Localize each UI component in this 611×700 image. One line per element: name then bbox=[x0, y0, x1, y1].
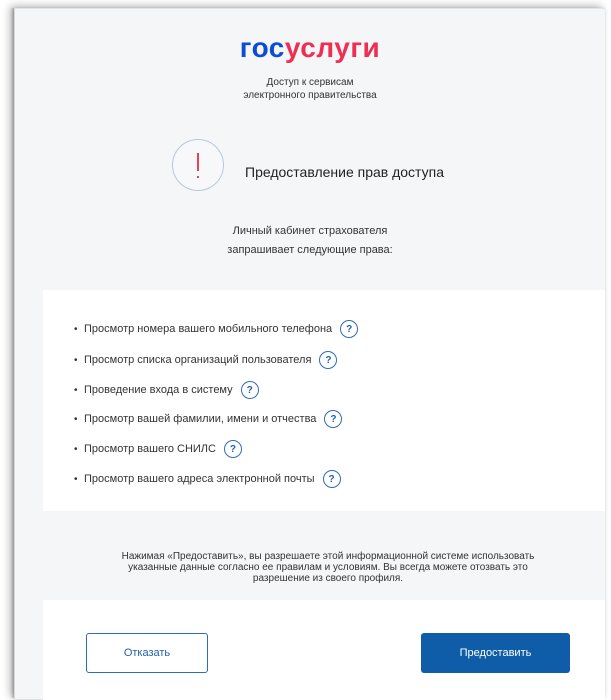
logo-part-gos: гос bbox=[239, 32, 285, 63]
permissions-panel: • Просмотр номера вашего мобильного теле… bbox=[43, 290, 605, 511]
help-icon[interactable]: ? bbox=[322, 470, 341, 488]
help-icon[interactable]: ? bbox=[240, 381, 259, 399]
permission-label: Просмотр номера вашего мобильного телефо… bbox=[84, 323, 333, 335]
decline-button[interactable]: Отказать bbox=[86, 633, 208, 673]
help-icon[interactable]: ? bbox=[223, 440, 242, 458]
help-icon[interactable]: ? bbox=[324, 410, 343, 428]
help-icon[interactable]: ? bbox=[319, 351, 338, 369]
exclamation-icon bbox=[172, 139, 224, 191]
subtitle-line-2: электронного правительства bbox=[243, 90, 377, 101]
permission-label: Просмотр вашего адреса электронной почты bbox=[84, 473, 315, 485]
permission-label: Просмотр списка организаций пользователя bbox=[84, 354, 312, 366]
bullet: • bbox=[74, 413, 78, 425]
bullet: • bbox=[74, 323, 78, 335]
logo-part-uslugi: услуги bbox=[284, 32, 381, 63]
request-line-2: запрашивает следующие права: bbox=[227, 244, 393, 256]
notice-line-2: указанные данные согласно ее правилам и … bbox=[128, 562, 528, 573]
notice-line-1: Нажимая «Предоставить», вы разрешаете эт… bbox=[121, 551, 535, 562]
logo-subtitle: Доступ к сервисам электронного правитель… bbox=[15, 76, 605, 102]
permission-item-organizations: • Просмотр списка организаций пользовате… bbox=[74, 350, 338, 370]
permission-item-phone: • Просмотр номера вашего мобильного теле… bbox=[74, 319, 359, 339]
bullet: • bbox=[74, 443, 78, 455]
help-icon[interactable]: ? bbox=[340, 320, 359, 338]
bullet: • bbox=[74, 354, 78, 366]
notice-line-3: разрешение из своего профиля. bbox=[252, 573, 404, 584]
consent-notice: Нажимая «Предоставить», вы разрешаете эт… bbox=[63, 551, 593, 584]
permission-item-login: • Проведение входа в систему ? bbox=[74, 380, 259, 400]
subtitle-line-1: Доступ к сервисам bbox=[266, 77, 354, 88]
bullet: • bbox=[74, 473, 78, 485]
request-description: Личный кабинет страхователя запрашивает … bbox=[15, 222, 605, 260]
page-title: Предоставление прав доступа bbox=[245, 164, 444, 180]
action-bar: Отказать Предоставить bbox=[43, 600, 605, 700]
permission-label: Проведение входа в систему bbox=[84, 384, 233, 396]
permission-item-snils: • Просмотр вашего СНИЛС ? bbox=[74, 439, 242, 459]
permission-label: Просмотр вашего СНИЛС bbox=[84, 443, 216, 455]
permission-item-fullname: • Просмотр вашей фамилии, имени и отчест… bbox=[74, 409, 343, 429]
bullet: • bbox=[74, 384, 78, 396]
grant-button[interactable]: Предоставить bbox=[421, 633, 570, 673]
permission-item-email: • Просмотр вашего адреса электронной поч… bbox=[74, 469, 341, 489]
request-line-1: Личный кабинет страхователя bbox=[232, 225, 388, 237]
auth-dialog: госуслуги Доступ к сервисам электронного… bbox=[14, 8, 605, 700]
permission-label: Просмотр вашей фамилии, имени и отчества bbox=[84, 413, 317, 425]
gosuslugi-logo: госуслуги bbox=[15, 33, 605, 63]
